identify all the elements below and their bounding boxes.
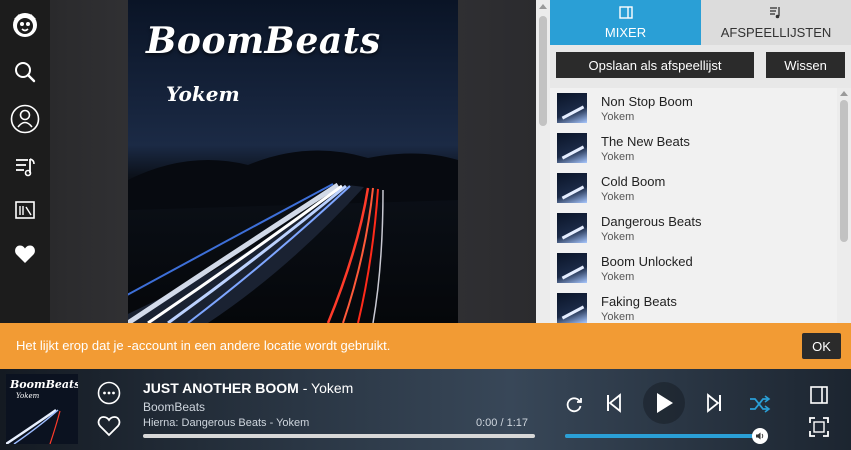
track-title: Dangerous Beats	[601, 214, 702, 229]
player-album-art[interactable]: BoomBeats Yokem	[6, 374, 78, 444]
shuffle-icon[interactable]	[748, 393, 772, 415]
progress-bar[interactable]	[143, 434, 535, 438]
list-item[interactable]: The New Beats Yokem	[550, 128, 837, 168]
mixer-icon	[618, 5, 633, 22]
track-title: Cold Boom	[601, 174, 666, 189]
tab-mixer-label: MIXER	[604, 24, 647, 40]
list-item[interactable]: Cold Boom Yokem	[550, 168, 837, 208]
previous-track-icon[interactable]	[603, 392, 625, 414]
search-icon[interactable]	[10, 57, 40, 87]
queue-scrollbar[interactable]	[837, 88, 851, 323]
repeat-icon[interactable]	[563, 393, 585, 415]
track-artist: Yokem	[601, 231, 635, 243]
track-list: Non Stop Boom Yokem The New Beats Yokem …	[550, 88, 837, 323]
tab-mixer[interactable]: MIXER	[550, 0, 701, 45]
fullscreen-icon[interactable]	[808, 416, 830, 438]
scroll-thumb[interactable]	[539, 16, 547, 126]
app-window: BoomBeats Yokem MIXER AFSPEELLIJSTEN Ops…	[0, 0, 851, 450]
track-thumbnail	[557, 253, 587, 283]
album-title: BoomBeats	[146, 20, 381, 62]
account-warning-banner: Het lijkt erop dat je -account in een an…	[0, 323, 851, 369]
player-art-title: BoomBeats	[10, 378, 78, 391]
scroll-up-arrow-icon[interactable]	[539, 4, 547, 9]
now-playing-album[interactable]: BoomBeats	[143, 400, 205, 414]
scroll-thumb[interactable]	[840, 100, 848, 242]
panel-tabs: MIXER AFSPEELLIJSTEN	[550, 0, 851, 45]
ok-button[interactable]: OK	[802, 333, 841, 359]
list-item[interactable]: Dangerous Beats Yokem	[550, 208, 837, 248]
track-title: Faking Beats	[601, 294, 677, 309]
warning-text: Het lijkt erop dat je -account in een an…	[16, 338, 391, 353]
play-button[interactable]	[643, 382, 685, 424]
track-title: The New Beats	[601, 134, 690, 149]
play-icon	[657, 393, 673, 413]
now-playing-area: BoomBeats Yokem	[50, 0, 536, 323]
queue-panel-toggle-icon[interactable]	[808, 384, 830, 406]
track-artist: Yokem	[601, 191, 635, 203]
favorite-heart-icon[interactable]	[97, 415, 121, 437]
scroll-up-arrow-icon[interactable]	[840, 91, 848, 96]
main-scrollbar[interactable]	[536, 0, 550, 323]
up-next-text: Hierna: Dangerous Beats - Yokem	[143, 417, 310, 429]
player-bar: BoomBeats Yokem JUST ANOTHER BOOM - Yoke…	[0, 369, 851, 450]
album-artist: Yokem	[166, 82, 240, 106]
radio-icon[interactable]	[10, 195, 40, 225]
track-artist: Yokem	[601, 111, 635, 123]
list-item[interactable]: Boom Unlocked Yokem	[550, 248, 837, 288]
track-thumbnail	[557, 293, 587, 323]
volume-slider[interactable]	[565, 434, 760, 438]
profile-icon[interactable]	[10, 104, 40, 134]
list-item[interactable]: Faking Beats Yokem	[550, 288, 837, 323]
track-artist: Yokem	[601, 151, 635, 163]
more-options-icon[interactable]	[97, 381, 121, 405]
tab-playlists-label: AFSPEELLIJSTEN	[720, 24, 832, 40]
volume-icon	[756, 432, 764, 440]
heart-icon[interactable]	[10, 239, 40, 269]
save-as-playlist-button[interactable]: Opslaan als afspeellijst	[556, 52, 754, 78]
track-title: Non Stop Boom	[601, 94, 693, 109]
napster-logo-icon[interactable]	[10, 10, 40, 40]
clear-button[interactable]: Wissen	[766, 52, 845, 78]
now-playing-title[interactable]: JUST ANOTHER BOOM - Yokem	[143, 380, 353, 396]
track-artist: Yokem	[601, 271, 635, 283]
track-thumbnail	[557, 93, 587, 123]
track-thumbnail	[557, 133, 587, 163]
now-playing-track: JUST ANOTHER BOOM	[143, 380, 299, 396]
list-item[interactable]: Non Stop Boom Yokem	[550, 88, 837, 128]
track-thumbnail	[557, 173, 587, 203]
player-art-artist: Yokem	[16, 392, 40, 400]
volume-fill	[565, 434, 759, 438]
playlist-icon	[769, 6, 783, 22]
track-time: 0:00 / 1:17	[476, 417, 528, 429]
track-thumbnail	[557, 213, 587, 243]
sidebar	[0, 0, 50, 323]
volume-handle[interactable]	[752, 428, 768, 444]
music-library-icon[interactable]	[10, 152, 40, 182]
queue-panel: MIXER AFSPEELLIJSTEN Opslaan als afspeel…	[550, 0, 851, 323]
now-playing-artist: - Yokem	[298, 380, 354, 396]
tab-playlists[interactable]: AFSPEELLIJSTEN	[701, 0, 851, 45]
next-track-icon[interactable]	[703, 392, 725, 414]
album-cover: BoomBeats Yokem	[128, 0, 458, 323]
track-artist: Yokem	[601, 311, 635, 323]
track-title: Boom Unlocked	[601, 254, 693, 269]
